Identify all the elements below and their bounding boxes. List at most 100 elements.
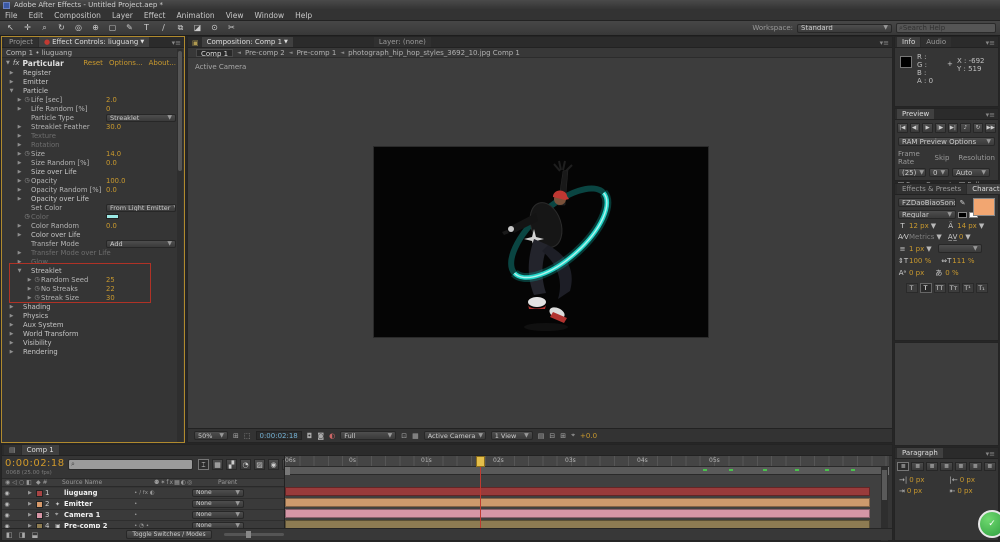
help-search[interactable]: ⌕	[896, 23, 996, 33]
menu-item[interactable]: Layer	[112, 11, 133, 20]
panel-menu-icon[interactable]: ▾≡	[986, 450, 998, 458]
stopwatch-icon[interactable]: ◷	[23, 96, 31, 103]
expand-arrow-icon[interactable]: ▶	[16, 178, 23, 184]
property-value[interactable]: 0.0	[106, 222, 117, 230]
workspace-dropdown[interactable]: Standard ▼	[797, 23, 892, 33]
effect-property-row[interactable]: ▶ Size Random [%] 0.0 ▼	[2, 158, 178, 167]
menu-item[interactable]: Help	[295, 11, 312, 20]
resolution-preview-dropdown[interactable]: Auto ▼	[952, 168, 990, 177]
puppet-pin-tool-icon[interactable]: ⊙	[209, 23, 220, 33]
clone-stamp-tool-icon[interactable]: ⧉	[175, 23, 186, 33]
toggle-switches-modes-button[interactable]: Toggle Switches / Modes	[126, 530, 212, 539]
live-update-icon[interactable]: ▦	[212, 459, 223, 470]
selection-tool-icon[interactable]: ↖	[5, 23, 16, 33]
expand-arrow-icon[interactable]: ▶	[16, 106, 23, 112]
composition-viewer[interactable]: Active Camera	[188, 58, 892, 428]
baseline-shift-value[interactable]: 0 px	[909, 269, 924, 277]
expand-arrow-icon[interactable]: ▶	[8, 340, 15, 346]
tab-project[interactable]: Project	[4, 37, 38, 47]
layer-name[interactable]: Camera 1	[64, 511, 134, 519]
panel-menu-icon[interactable]: ▾≡	[880, 39, 892, 47]
type-style-button[interactable]: T	[905, 283, 918, 293]
effect-controls-scrollbar[interactable]	[177, 49, 183, 442]
help-search-input[interactable]	[902, 24, 988, 32]
effect-property-row[interactable]: Particle Type Streaklet ▼	[2, 113, 178, 122]
indent-right-field[interactable]: |← 0 px	[950, 476, 995, 484]
current-time-display[interactable]: 0:00:02:18	[255, 431, 302, 440]
expand-arrow-icon[interactable]: ▶	[8, 313, 15, 319]
skip-dropdown[interactable]: 0 ▼	[929, 168, 949, 177]
timeline-layer-row[interactable]: ◉ ▶ 1 liuguang ∙ ∕ fx ◐ None ▼	[2, 488, 284, 499]
property-value[interactable]: 2.0	[106, 96, 117, 104]
tab-effect-controls[interactable]: ● Effect Controls: liuguang ▼	[38, 37, 150, 47]
panel-menu-icon[interactable]: ▾≡	[172, 39, 184, 47]
timeline-search[interactable]: ⌕	[68, 459, 193, 470]
effect-property-row[interactable]: ▶ Color Random 0.0 ▼	[2, 221, 178, 230]
zoom-tool-icon[interactable]: ⌕	[39, 23, 50, 33]
expand-arrow-icon[interactable]: ▶	[16, 151, 23, 157]
first-frame-button[interactable]: |◀	[897, 123, 908, 133]
effect-property-row[interactable]: ▶ Rendering ▼	[2, 347, 178, 356]
effect-property-row[interactable]: ▶ ◷ Size 14.0 ▼	[2, 149, 178, 158]
effect-property-row[interactable]: ◷ Color ▼	[2, 212, 178, 221]
menu-item[interactable]: Effect	[144, 11, 166, 20]
pan-behind-tool-icon[interactable]: ⊕	[90, 23, 101, 33]
align-right-button[interactable]: ≣	[925, 462, 939, 471]
exposure-value[interactable]: +0.0	[580, 432, 597, 440]
keyframe-tick[interactable]	[825, 469, 829, 471]
stroke-style-dropdown[interactable]: ▼	[937, 244, 982, 253]
layer-duration-bar[interactable]	[285, 509, 870, 518]
property-value[interactable]: 100.0	[106, 177, 125, 185]
source-name-header[interactable]: Source Name	[62, 479, 154, 486]
keyframe-tick[interactable]	[703, 469, 707, 471]
eye-icon[interactable]: ◉	[2, 512, 12, 519]
effect-property-row[interactable]: Transfer Mode Add ▼	[2, 239, 178, 248]
rotation-tool-icon[interactable]: ↻	[56, 23, 67, 33]
font-size-value[interactable]: 12 px	[909, 222, 929, 230]
layer-duration-bar[interactable]	[285, 487, 870, 496]
justify-last-center-button[interactable]: ≣	[954, 462, 968, 471]
keyframe-tick[interactable]	[795, 469, 799, 471]
parent-dropdown[interactable]: None ▼	[192, 511, 244, 519]
expand-arrow-icon[interactable]: ▶	[16, 97, 23, 103]
expand-arrow-icon[interactable]: ▶	[8, 304, 15, 310]
tab-layer[interactable]: Layer: (none)	[373, 37, 431, 47]
effect-property-row[interactable]: ▶ Register ▼	[2, 68, 178, 77]
view-dropdown[interactable]: Active Camera ▼	[423, 431, 486, 440]
tab-character[interactable]: Character	[967, 184, 1000, 194]
channel-icon[interactable]: ◐	[329, 432, 335, 440]
effect-property-row[interactable]: ▶ Texture ▼	[2, 131, 178, 140]
type-style-button[interactable]: TT	[933, 283, 946, 293]
breadcrumb-precomp1[interactable]: Pre-comp 1	[297, 49, 337, 57]
effect-property-row[interactable]: ▶ ◷ Opacity 100.0 ▼	[2, 176, 178, 185]
magnification-dropdown[interactable]: 50% ▼	[194, 431, 228, 440]
keyframe-tick[interactable]	[851, 469, 855, 471]
frame-rate-dropdown[interactable]: (25) ▼	[898, 168, 926, 177]
frame-blend-icon[interactable]: ▨	[254, 459, 265, 470]
transparency-grid-icon[interactable]: ▦	[412, 432, 419, 440]
stopwatch-icon[interactable]: ◷	[23, 150, 31, 157]
first-line-indent-field[interactable]: ⇤ 0 px	[950, 487, 995, 495]
stopwatch-icon[interactable]: ◷	[23, 213, 31, 220]
pen-tool-icon[interactable]: ✎	[124, 23, 135, 33]
expand-arrow-icon[interactable]: ▶	[16, 232, 23, 238]
effect-property-row[interactable]: ▶ Transfer Mode over Life ▼	[2, 248, 178, 257]
play-button[interactable]: ▶	[922, 123, 933, 133]
expand-arrow-icon[interactable]: ▶	[16, 196, 23, 202]
recorder-badge[interactable]: ✓	[978, 510, 1000, 538]
tab-effects-presets[interactable]: Effects & Presets	[897, 184, 967, 194]
horizontal-scale-value[interactable]: 111 %	[952, 257, 974, 265]
menu-item[interactable]: Animation	[176, 11, 214, 20]
timeline-layer-row[interactable]: ◉ ▶ 3 ⌖ Camera 1 ∙ None ▼	[2, 510, 284, 521]
tsume-value[interactable]: 0 %	[945, 269, 958, 277]
property-value[interactable]: 30.0	[106, 123, 121, 131]
justify-last-left-button[interactable]: ≣	[940, 462, 953, 471]
type-style-button[interactable]: Tт	[947, 283, 960, 293]
panel-menu-icon[interactable]: ▾≡	[986, 111, 998, 119]
prev-frame-button[interactable]: ◀|	[909, 123, 921, 133]
effect-property-row[interactable]: ▶ Shading ▼	[2, 302, 178, 311]
draft-3d-icon[interactable]: ▞	[226, 459, 237, 470]
property-value[interactable]: 0.0	[106, 186, 117, 194]
justify-all-button[interactable]: ≣	[983, 462, 996, 471]
audio-button[interactable]: ♪	[960, 123, 971, 133]
